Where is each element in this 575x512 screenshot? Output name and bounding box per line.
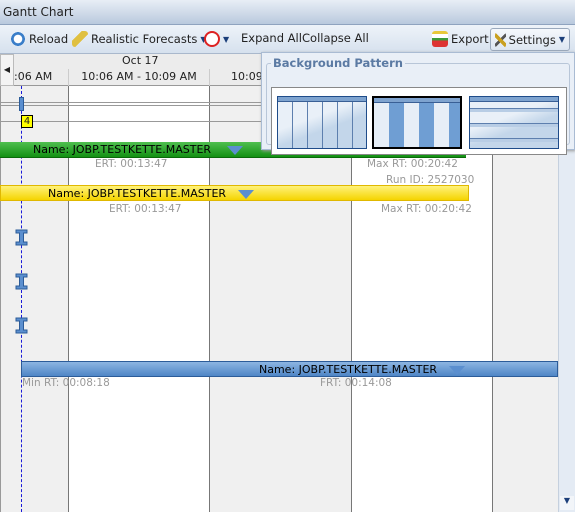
time-header-cell: 10:09	[209, 69, 269, 86]
min-rt-label: Min RT: 00:08:18	[22, 377, 110, 389]
export-icon	[432, 31, 448, 47]
expand-triangle-icon[interactable]	[449, 365, 466, 375]
expand-all-label: Expand All	[241, 31, 302, 45]
export-label: Export	[451, 32, 489, 46]
frt-label: FRT: 00:14:08	[320, 377, 392, 389]
expand-all-button[interactable]: Expand All	[241, 31, 302, 45]
pattern-vertical-stripes[interactable]	[372, 96, 462, 149]
background-pattern-group: Background Pattern	[266, 56, 570, 155]
timeframe-button[interactable]: ▼	[204, 31, 229, 47]
count-badge: 4	[21, 115, 33, 128]
settings-label: Settings	[508, 32, 556, 47]
realistic-forecasts-label: Realistic Forecasts	[91, 32, 198, 46]
bar-name: Name: JOBP.TESTKETTE.MASTER	[48, 187, 227, 200]
time-header-cell: :06 AM	[14, 70, 53, 83]
reload-button[interactable]: Reload	[10, 31, 68, 47]
vertical-scrollbar[interactable]: ▼	[558, 150, 575, 512]
reload-label: Reload	[29, 32, 69, 46]
realistic-forecasts-button[interactable]: Realistic Forecasts▼	[72, 31, 206, 47]
scroll-left-button[interactable]: ◀	[0, 54, 14, 86]
max-rt-label: Max RT: 00:20:42	[381, 203, 472, 215]
tools-icon	[495, 31, 506, 48]
time-header-cell: 10:06 AM - 10:09 AM	[68, 69, 209, 86]
chevron-down-icon: ▼	[558, 35, 565, 44]
toolbar: Reload Realistic Forecasts▼ ▼ Expand All…	[0, 25, 575, 54]
gantt-bar-blue[interactable]: Name: JOBP.TESTKETTE.MASTER	[21, 361, 558, 377]
pattern-options	[271, 87, 567, 155]
ruler-icon	[72, 31, 88, 47]
pattern-vertical-lines[interactable]	[277, 96, 367, 149]
gantt-bar-yellow[interactable]: Name: JOBP.TESTKETTE.MASTER	[0, 185, 469, 201]
window-title-bar: Gantt Chart	[0, 0, 575, 25]
ibeam-marker-icon[interactable]	[15, 229, 28, 246]
settings-popup: Background Pattern	[261, 52, 575, 155]
max-rt-label: Max RT: 00:20:42	[367, 158, 458, 170]
settings-button[interactable]: Settings ▼	[490, 28, 570, 51]
collapse-all-button[interactable]: Collapse All	[302, 31, 369, 45]
scroll-down-button[interactable]: ▼	[560, 496, 574, 510]
expand-triangle-icon[interactable]	[227, 145, 244, 155]
bar-name: Name: JOBP.TESTKETTE.MASTER	[259, 363, 438, 376]
ert-label: ERT: 00:13:47	[95, 158, 168, 170]
ert-label: ERT: 00:13:47	[109, 203, 182, 215]
pattern-horizontal-lines[interactable]	[469, 96, 559, 149]
background-pattern-title: Background Pattern	[273, 56, 403, 70]
ibeam-marker-icon[interactable]	[15, 273, 28, 290]
milestone-marker[interactable]	[19, 97, 24, 111]
chevron-down-icon: ▼	[223, 34, 230, 44]
window-title: Gantt Chart	[3, 5, 74, 19]
collapse-all-label: Collapse All	[302, 31, 369, 45]
expand-triangle-icon[interactable]	[238, 189, 255, 199]
ibeam-marker-icon[interactable]	[15, 317, 28, 334]
date-label: Oct 17	[122, 54, 159, 67]
export-button[interactable]: Export	[432, 31, 489, 47]
clock-icon	[204, 31, 220, 47]
bar-name: Name: JOBP.TESTKETTE.MASTER	[33, 143, 212, 156]
reload-icon	[10, 31, 26, 47]
